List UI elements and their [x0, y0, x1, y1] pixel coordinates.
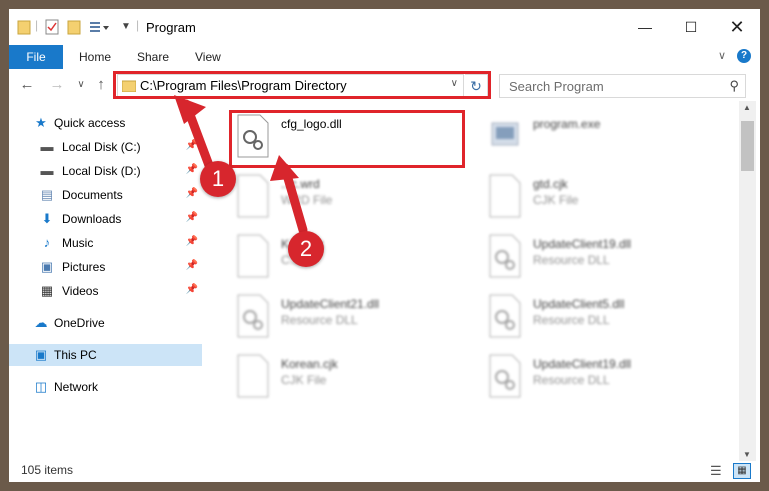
annotation-arrows: [174, 95, 308, 235]
step-badge-1: 1: [200, 161, 236, 197]
arrow-2-head: [270, 155, 299, 181]
step-badge-2: 2: [288, 231, 324, 267]
